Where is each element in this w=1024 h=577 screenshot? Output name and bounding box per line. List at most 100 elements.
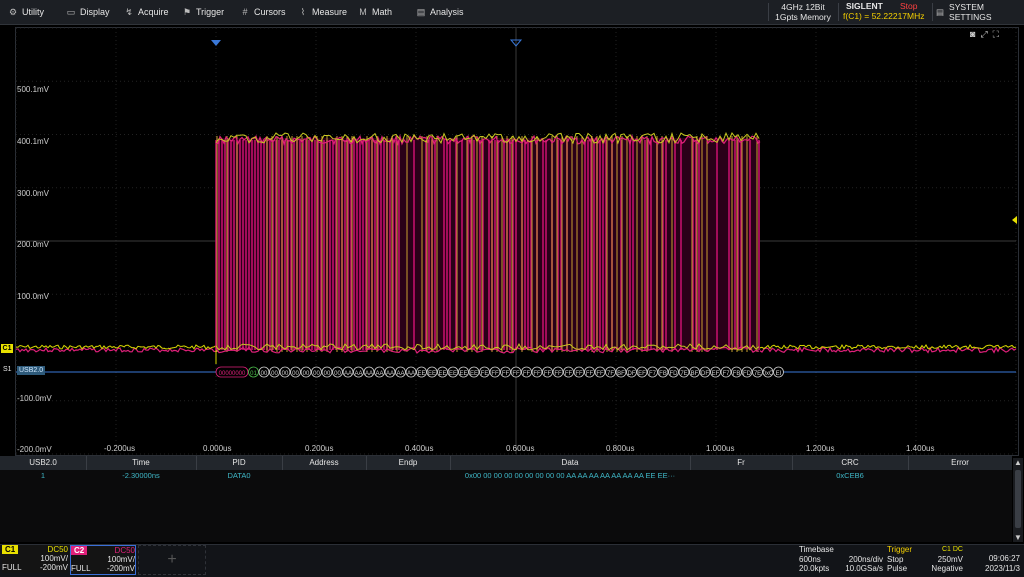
timebase-scale: 200ns/div: [848, 554, 883, 564]
decode-byte-label: 7E: [680, 371, 687, 377]
decode-byte-label: FE: [481, 371, 489, 377]
scroll-up-icon[interactable]: ▲: [1013, 458, 1023, 467]
decode-byte-label: FD: [743, 371, 752, 377]
decode-byte-label: 00: [261, 371, 268, 377]
y-tick-label: -200.0mV: [17, 445, 52, 454]
decode-byte-label: 7F: [607, 371, 614, 377]
decode-byte-label: AA: [375, 371, 383, 377]
trigger-position-marker: [211, 40, 221, 46]
decode-byte-label: FF: [544, 371, 552, 377]
y-tick-label: 500.1mV: [17, 85, 50, 94]
x-tick-label: 1.200us: [806, 444, 835, 453]
decode-byte-label: AA: [365, 371, 373, 377]
cell-pid[interactable]: DATA0: [196, 471, 282, 480]
timebase-panel[interactable]: Timebase 600ns 200ns/div 20.0kpts 10.0GS…: [799, 545, 883, 574]
y-tick-label: -100.0mV: [17, 394, 52, 403]
col-header-time: Time: [132, 458, 150, 467]
ch1-bandwidth: FULL: [2, 563, 22, 572]
decode-byte-label: 01: [250, 371, 257, 377]
decode-byte-label: AA: [344, 371, 352, 377]
clock-time: 09:06:27: [988, 554, 1020, 563]
timebase-points: 20.0kpts: [799, 564, 830, 573]
fit-icon[interactable]: ⤢: [980, 29, 987, 40]
cell-crc[interactable]: 0xCEB6: [792, 471, 908, 480]
cell-time[interactable]: -2.30000ns: [86, 471, 196, 480]
x-tick-label: 0.600us: [506, 444, 535, 453]
add-channel-button[interactable]: +: [138, 545, 206, 575]
waveform-display: 00000000 01 00 00 00 00 00 00 00 00 AA AA AA AA AA AA AA…: [15, 27, 1017, 455]
ch2-info-box[interactable]: C2 DC50 100mV/ FULL -200mV: [70, 545, 136, 575]
ch2-scale: 100mV/: [107, 555, 135, 564]
col-header-pid: PID: [232, 458, 246, 467]
timebase-delay: 600ns: [799, 554, 821, 564]
decode-byte-label: FF: [596, 371, 604, 377]
decode-byte-label: FB: [659, 371, 667, 377]
decode-byte-label: EE: [428, 371, 436, 377]
decode-byte-label: FB: [733, 371, 741, 377]
ch1-label: C1: [2, 545, 19, 554]
decode-byte-label: EF: [638, 371, 646, 377]
ch1-scale: 100mV/: [40, 554, 68, 563]
trigger-panel[interactable]: Trigger C1 DC Stop 250mV Pulse Negative: [887, 545, 963, 574]
decode-byte-label: 00: [334, 371, 341, 377]
scroll-down-icon[interactable]: ▼: [1013, 533, 1023, 542]
decode-byte-label: 00000000: [219, 371, 246, 377]
col-header-error: Error: [951, 458, 969, 467]
scroll-thumb[interactable]: [1015, 470, 1021, 528]
decode-byte-label: EF: [712, 371, 720, 377]
decode-byte-label: FF: [523, 371, 531, 377]
decode-byte-label: F7: [649, 371, 657, 377]
col-header-endp: Endp: [398, 458, 418, 467]
trigger-title: Trigger: [887, 545, 913, 554]
trigger-source: C1 DC: [941, 546, 963, 553]
decode-byte-label: AA: [396, 371, 404, 377]
table-scrollbar[interactable]: ▲ ▼: [1013, 458, 1023, 542]
camera-icon[interactable]: ◙: [970, 29, 975, 40]
clock: 09:06:27 2023/11/3: [968, 554, 1020, 573]
trigger-type: Pulse: [887, 564, 908, 573]
y-tick-label: 400.1mV: [17, 137, 50, 146]
decode-byte-label: FF: [512, 371, 520, 377]
decode-byte-label: FF: [533, 371, 541, 377]
decode-byte-label: EE: [470, 371, 478, 377]
clock-date: 2023/11/3: [985, 563, 1020, 573]
bus-tag[interactable]: USB2.0: [17, 366, 46, 375]
timebase-title: Timebase: [799, 545, 834, 554]
col-header-crc: CRC: [841, 458, 859, 467]
decode-byte-label: 0xC: [763, 371, 774, 377]
decode-byte-label: 00: [324, 371, 331, 377]
s1-label: S1: [3, 366, 12, 373]
expand-icon[interactable]: ⛶: [993, 29, 999, 40]
decode-byte-label: FF: [565, 371, 573, 377]
col-header-fr: Fr: [737, 458, 745, 467]
ch2-offset: -200mV: [106, 564, 135, 573]
ch1-ground-marker[interactable]: C1: [1, 344, 13, 353]
sample-rate: 10.0GSa/s: [845, 564, 883, 573]
x-tick-label: -0.200us: [104, 444, 136, 453]
grid-toolbar: ◙ ⤢ ⛶: [970, 29, 999, 40]
decode-byte-label: 00: [313, 371, 320, 377]
ch2-label: C2: [71, 546, 88, 555]
decode-byte-label: FF: [575, 371, 583, 377]
decode-byte-label: AA: [354, 371, 362, 377]
decode-byte-label: 00: [282, 371, 289, 377]
y-tick-label: 200.0mV: [17, 240, 50, 249]
decode-byte-label: 7E: [754, 371, 761, 377]
x-tick-label: 0.200us: [305, 444, 334, 453]
y-tick-label: 300.0mV: [17, 189, 50, 198]
x-tick-label: 1.400us: [906, 444, 935, 453]
decode-byte-label: BF: [617, 371, 625, 377]
ch1-info-box[interactable]: C1 DC50 100mV/ FULL -200mV: [2, 545, 68, 573]
decode-byte-label: EE: [449, 371, 457, 377]
ch1-coupling: DC50: [47, 545, 68, 554]
x-tick-label: 0.000us: [203, 444, 232, 453]
decode-byte-label: EE: [459, 371, 467, 377]
decode-table: USB2.0 Time PID Address Endp Data Fr CRC…: [0, 456, 1012, 542]
decode-byte-label: DF: [701, 371, 709, 377]
x-tick-label: 1.000us: [706, 444, 735, 453]
decode-byte-label: AA: [407, 371, 415, 377]
trigger-level-marker: [1012, 216, 1017, 224]
cell-index[interactable]: 1: [0, 471, 86, 480]
decode-byte-label: F7: [722, 371, 730, 377]
cell-data[interactable]: 0x00 00 00 00 00 00 00 00 00 AA AA AA AA…: [450, 471, 690, 480]
